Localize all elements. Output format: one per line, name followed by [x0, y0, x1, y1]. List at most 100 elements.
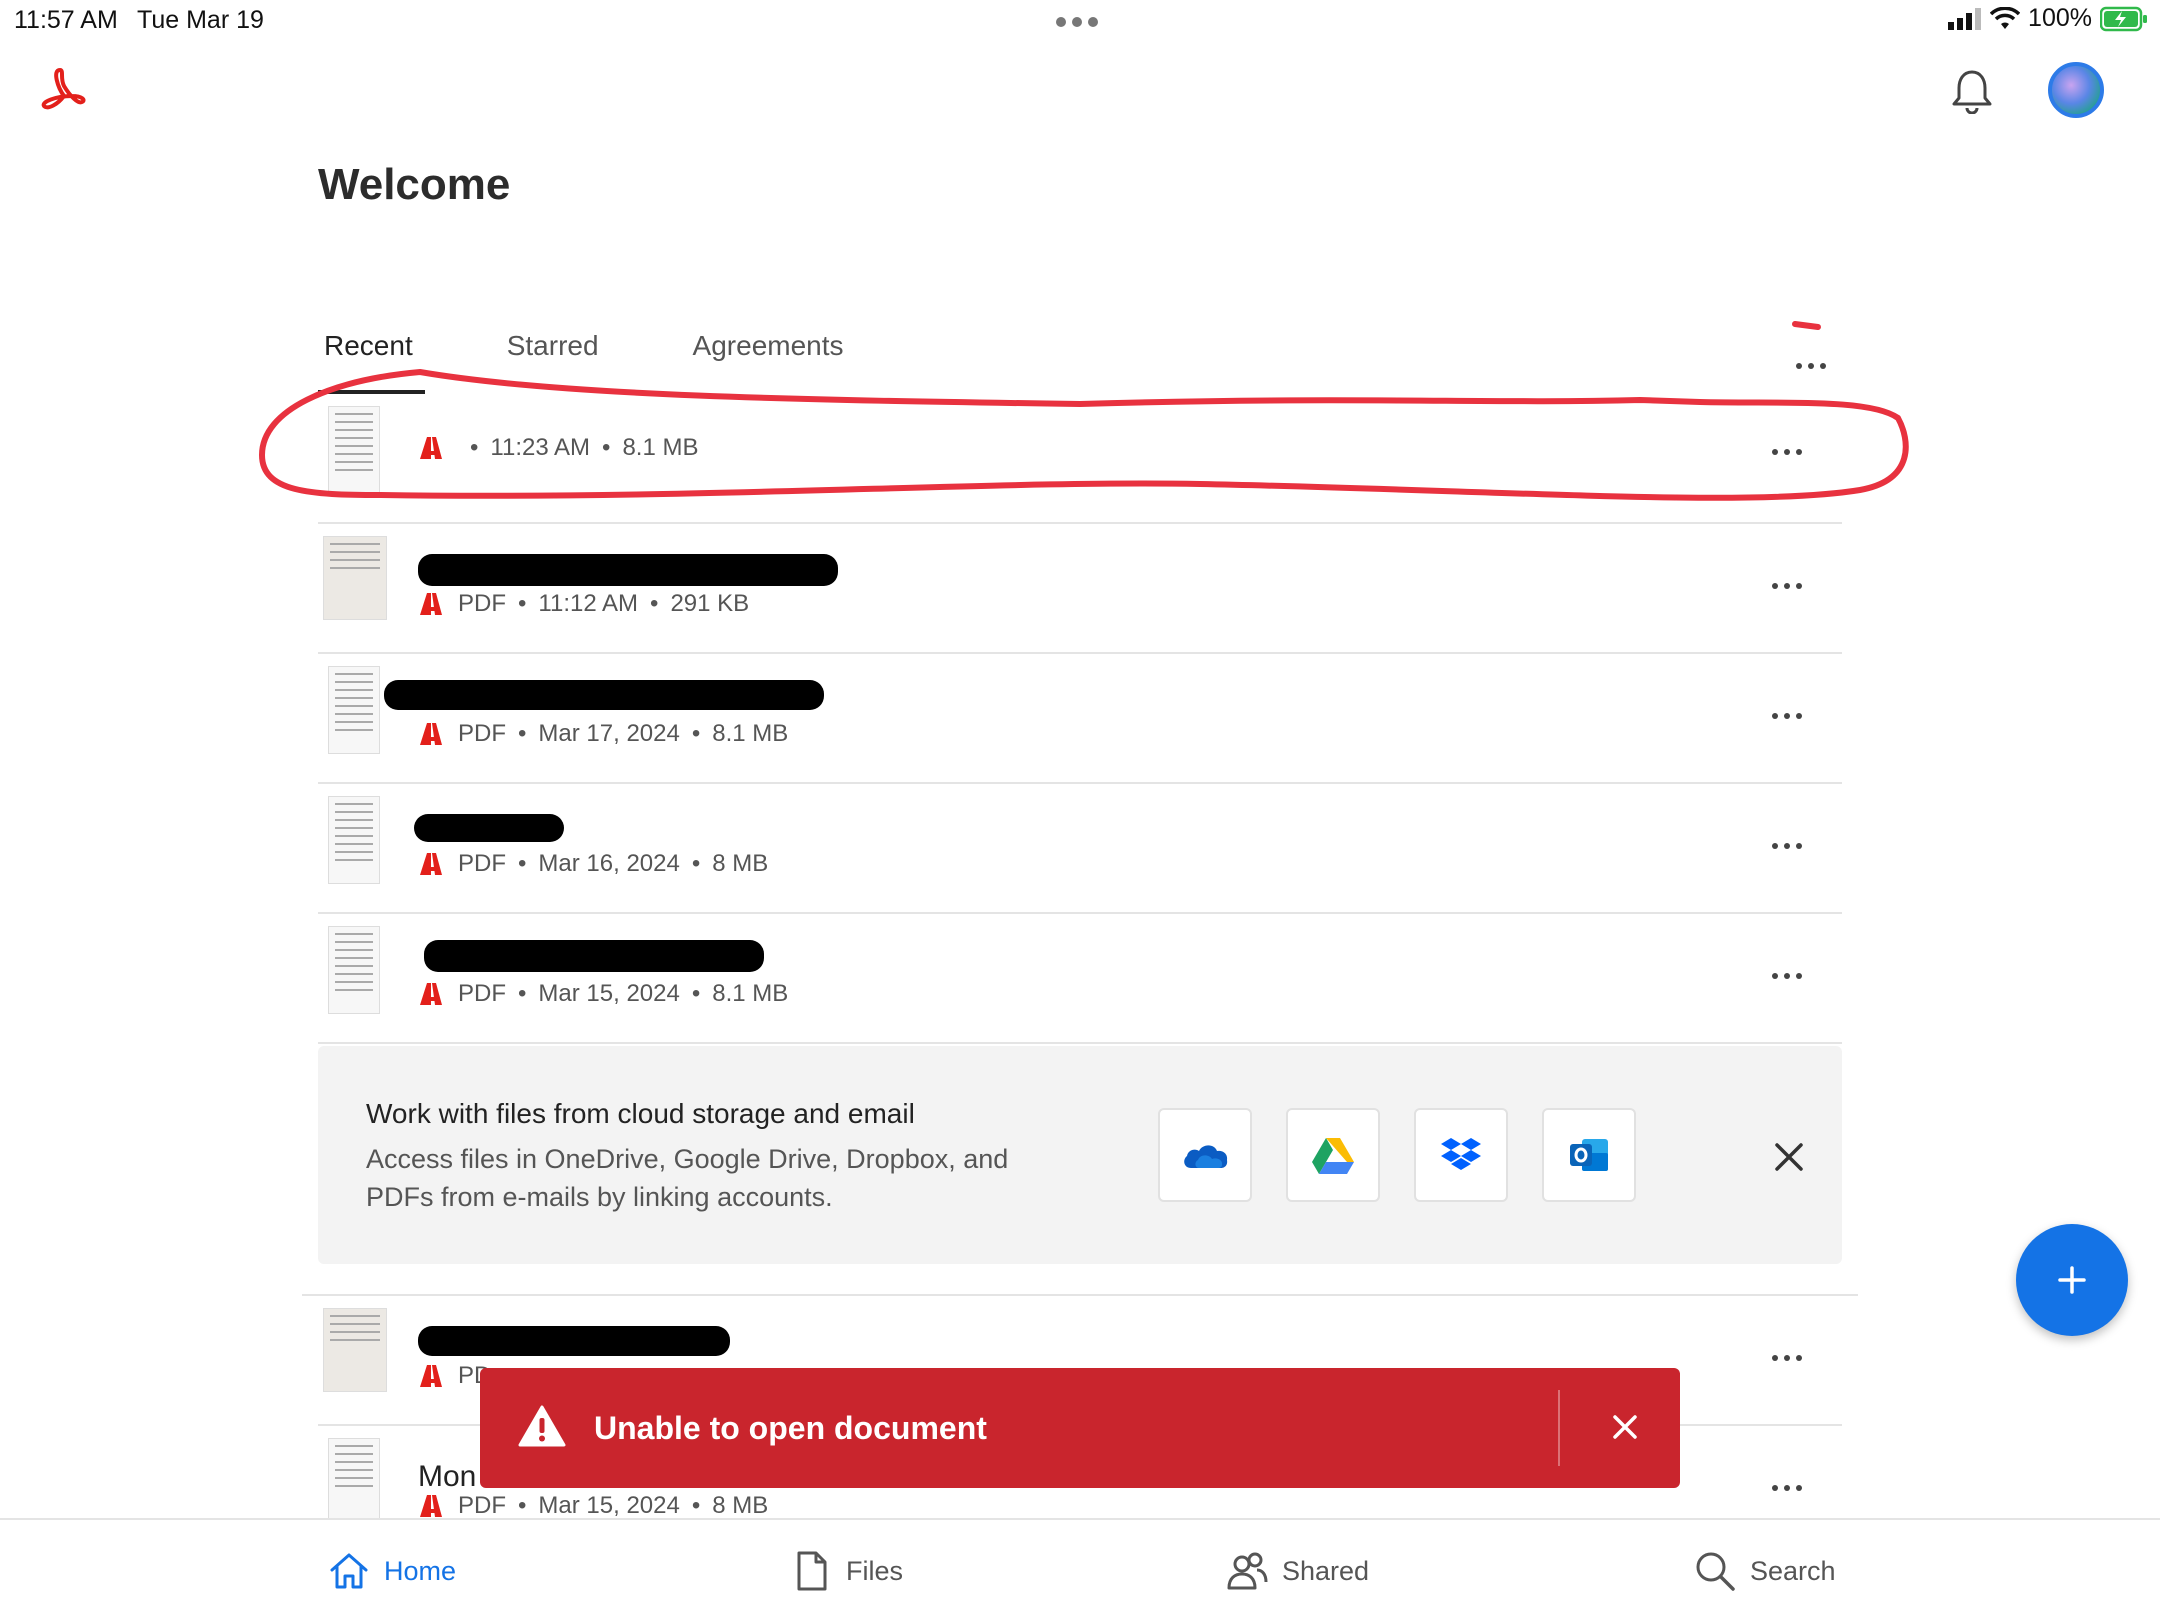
file-thumbnail — [323, 536, 387, 620]
pdf-file-icon — [420, 437, 442, 459]
toast-divider — [1558, 1390, 1560, 1466]
redaction-mark — [418, 1326, 730, 1356]
tab-starred[interactable]: Starred — [501, 330, 605, 394]
battery-charging-icon — [2100, 6, 2147, 31]
nav-home[interactable]: Home — [328, 1550, 456, 1592]
file-thumbnail — [323, 1308, 387, 1392]
promo-close-icon[interactable] — [1772, 1140, 1806, 1174]
file-row[interactable]: PDF • Mar 15, 2024 • 8.1 MB — [318, 914, 1842, 1044]
file-row[interactable]: PDF • Mar 17, 2024 • 8.1 MB — [318, 654, 1842, 784]
onedrive-icon — [1184, 1145, 1228, 1168]
file-thumbnail — [328, 796, 380, 884]
file-more-options-button[interactable] — [1772, 442, 1812, 455]
file-meta: PDF • Mar 17, 2024 • 8.1 MB — [418, 720, 788, 748]
file-meta: PDF • Mar 15, 2024 • 8.1 MB — [418, 980, 788, 1008]
file-row[interactable]: PDF • 11:12 AM • 291 KB — [318, 524, 1842, 654]
promo-title: Work with files from cloud storage and e… — [366, 1098, 915, 1129]
page-title: Welcome — [318, 160, 511, 209]
acrobat-logo-icon[interactable] — [38, 66, 90, 114]
warning-icon — [518, 1405, 566, 1447]
pdf-file-icon — [420, 593, 442, 615]
file-name: Mon — [418, 1460, 477, 1493]
recent-files-list: • 11:23 AM • 8.1 MB PDF • 11:12 AM • 291… — [318, 394, 1842, 1044]
outlook-button[interactable] — [1542, 1108, 1636, 1202]
file-meta: • 11:23 AM • 8.1 MB — [418, 434, 698, 462]
wifi-icon — [1990, 6, 2021, 29]
bottom-navigation: Home Files Shared Search — [0, 1518, 2160, 1620]
tab-agreements[interactable]: Agreements — [687, 330, 850, 394]
error-toast: Unable to open document — [480, 1368, 1680, 1488]
home-icon — [330, 1553, 368, 1589]
file-date: 11:12 AM — [538, 590, 639, 617]
file-size: 291 KB — [670, 590, 750, 617]
file-thumbnail — [328, 406, 380, 494]
list-more-options-button[interactable] — [1796, 356, 1836, 369]
people-icon — [1227, 1552, 1268, 1590]
promo-description: Access files in OneDrive, Google Drive, … — [366, 1144, 1009, 1212]
file-thumbnail — [328, 926, 380, 1014]
nav-shared[interactable]: Shared — [1226, 1550, 1369, 1592]
pdf-file-icon — [420, 723, 442, 745]
dropbox-button[interactable] — [1414, 1108, 1508, 1202]
file-more-options-button[interactable] — [1772, 966, 1812, 979]
status-date: Tue Mar 19 — [137, 6, 264, 34]
redaction-mark — [414, 814, 564, 842]
multitasking-dots-icon[interactable] — [1056, 14, 1104, 27]
redaction-mark — [418, 554, 838, 586]
avatar[interactable] — [2048, 62, 2104, 118]
file-size: 8 MB — [712, 1492, 769, 1519]
search-icon — [1696, 1552, 1735, 1591]
file-row[interactable]: • 11:23 AM • 8.1 MB — [318, 394, 1842, 524]
create-fab-button[interactable] — [2016, 1224, 2128, 1336]
plus-icon — [2058, 1266, 2086, 1294]
file-meta: PDF • 11:12 AM • 291 KB — [418, 590, 749, 618]
pdf-file-icon — [420, 1365, 442, 1387]
file-more-options-button[interactable] — [1772, 706, 1812, 719]
file-meta: PDF • Mar 15, 2024 • 8 MB — [418, 1492, 768, 1520]
file-type: PDF — [458, 850, 506, 877]
cloud-storage-promo-card: Work with files from cloud storage and e… — [318, 1046, 1842, 1264]
onedrive-button[interactable] — [1158, 1108, 1252, 1202]
file-date: 11:23 AM — [490, 434, 591, 461]
file-icon — [797, 1551, 827, 1591]
file-size: 8.1 MB — [712, 720, 789, 747]
nav-files[interactable]: Files — [790, 1550, 903, 1592]
file-size: 8.1 MB — [622, 434, 699, 461]
file-date: Mar 16, 2024 — [538, 850, 680, 877]
nav-search-label: Search — [1750, 1555, 1836, 1586]
file-row[interactable]: PDF • Mar 16, 2024 • 8 MB — [318, 784, 1842, 914]
nav-shared-label: Shared — [1282, 1555, 1370, 1586]
file-thumbnail — [328, 666, 380, 754]
file-date: Mar 15, 2024 — [538, 1492, 680, 1519]
file-size: 8 MB — [712, 850, 769, 877]
pdf-file-icon — [420, 1495, 442, 1517]
nav-home-label: Home — [384, 1555, 457, 1586]
toast-close-icon[interactable] — [1610, 1412, 1640, 1442]
file-meta: PDF • Mar 16, 2024 • 8 MB — [418, 850, 768, 878]
file-date: Mar 17, 2024 — [538, 720, 680, 747]
pdf-file-icon — [420, 983, 442, 1005]
notifications-bell-icon[interactable] — [1950, 66, 1994, 114]
tab-recent[interactable]: Recent — [318, 330, 425, 394]
file-thumbnail — [328, 1438, 380, 1526]
file-size: 8.1 MB — [712, 980, 789, 1007]
file-more-options-button[interactable] — [1772, 576, 1812, 589]
cellular-signal-icon — [1948, 7, 1982, 30]
redaction-mark — [384, 680, 824, 710]
file-type: PDF — [458, 1492, 506, 1519]
file-more-options-button[interactable] — [1772, 836, 1812, 849]
file-more-options-button[interactable] — [1772, 1478, 1812, 1491]
google-drive-button[interactable] — [1286, 1108, 1380, 1202]
redaction-mark — [424, 940, 764, 972]
outlook-icon — [1570, 1139, 1608, 1171]
battery-percent: 100% — [2028, 4, 2092, 32]
status-indicators: 100% — [1948, 4, 2148, 33]
status-time: 11:57 AM — [14, 6, 118, 34]
file-more-options-button[interactable] — [1772, 1348, 1812, 1361]
file-type: PDF — [458, 720, 506, 747]
google-drive-icon — [1312, 1138, 1354, 1174]
pdf-file-icon — [420, 853, 442, 875]
nav-search[interactable]: Search — [1694, 1550, 1836, 1592]
file-type: PDF — [458, 590, 506, 617]
file-date: Mar 15, 2024 — [538, 980, 680, 1007]
